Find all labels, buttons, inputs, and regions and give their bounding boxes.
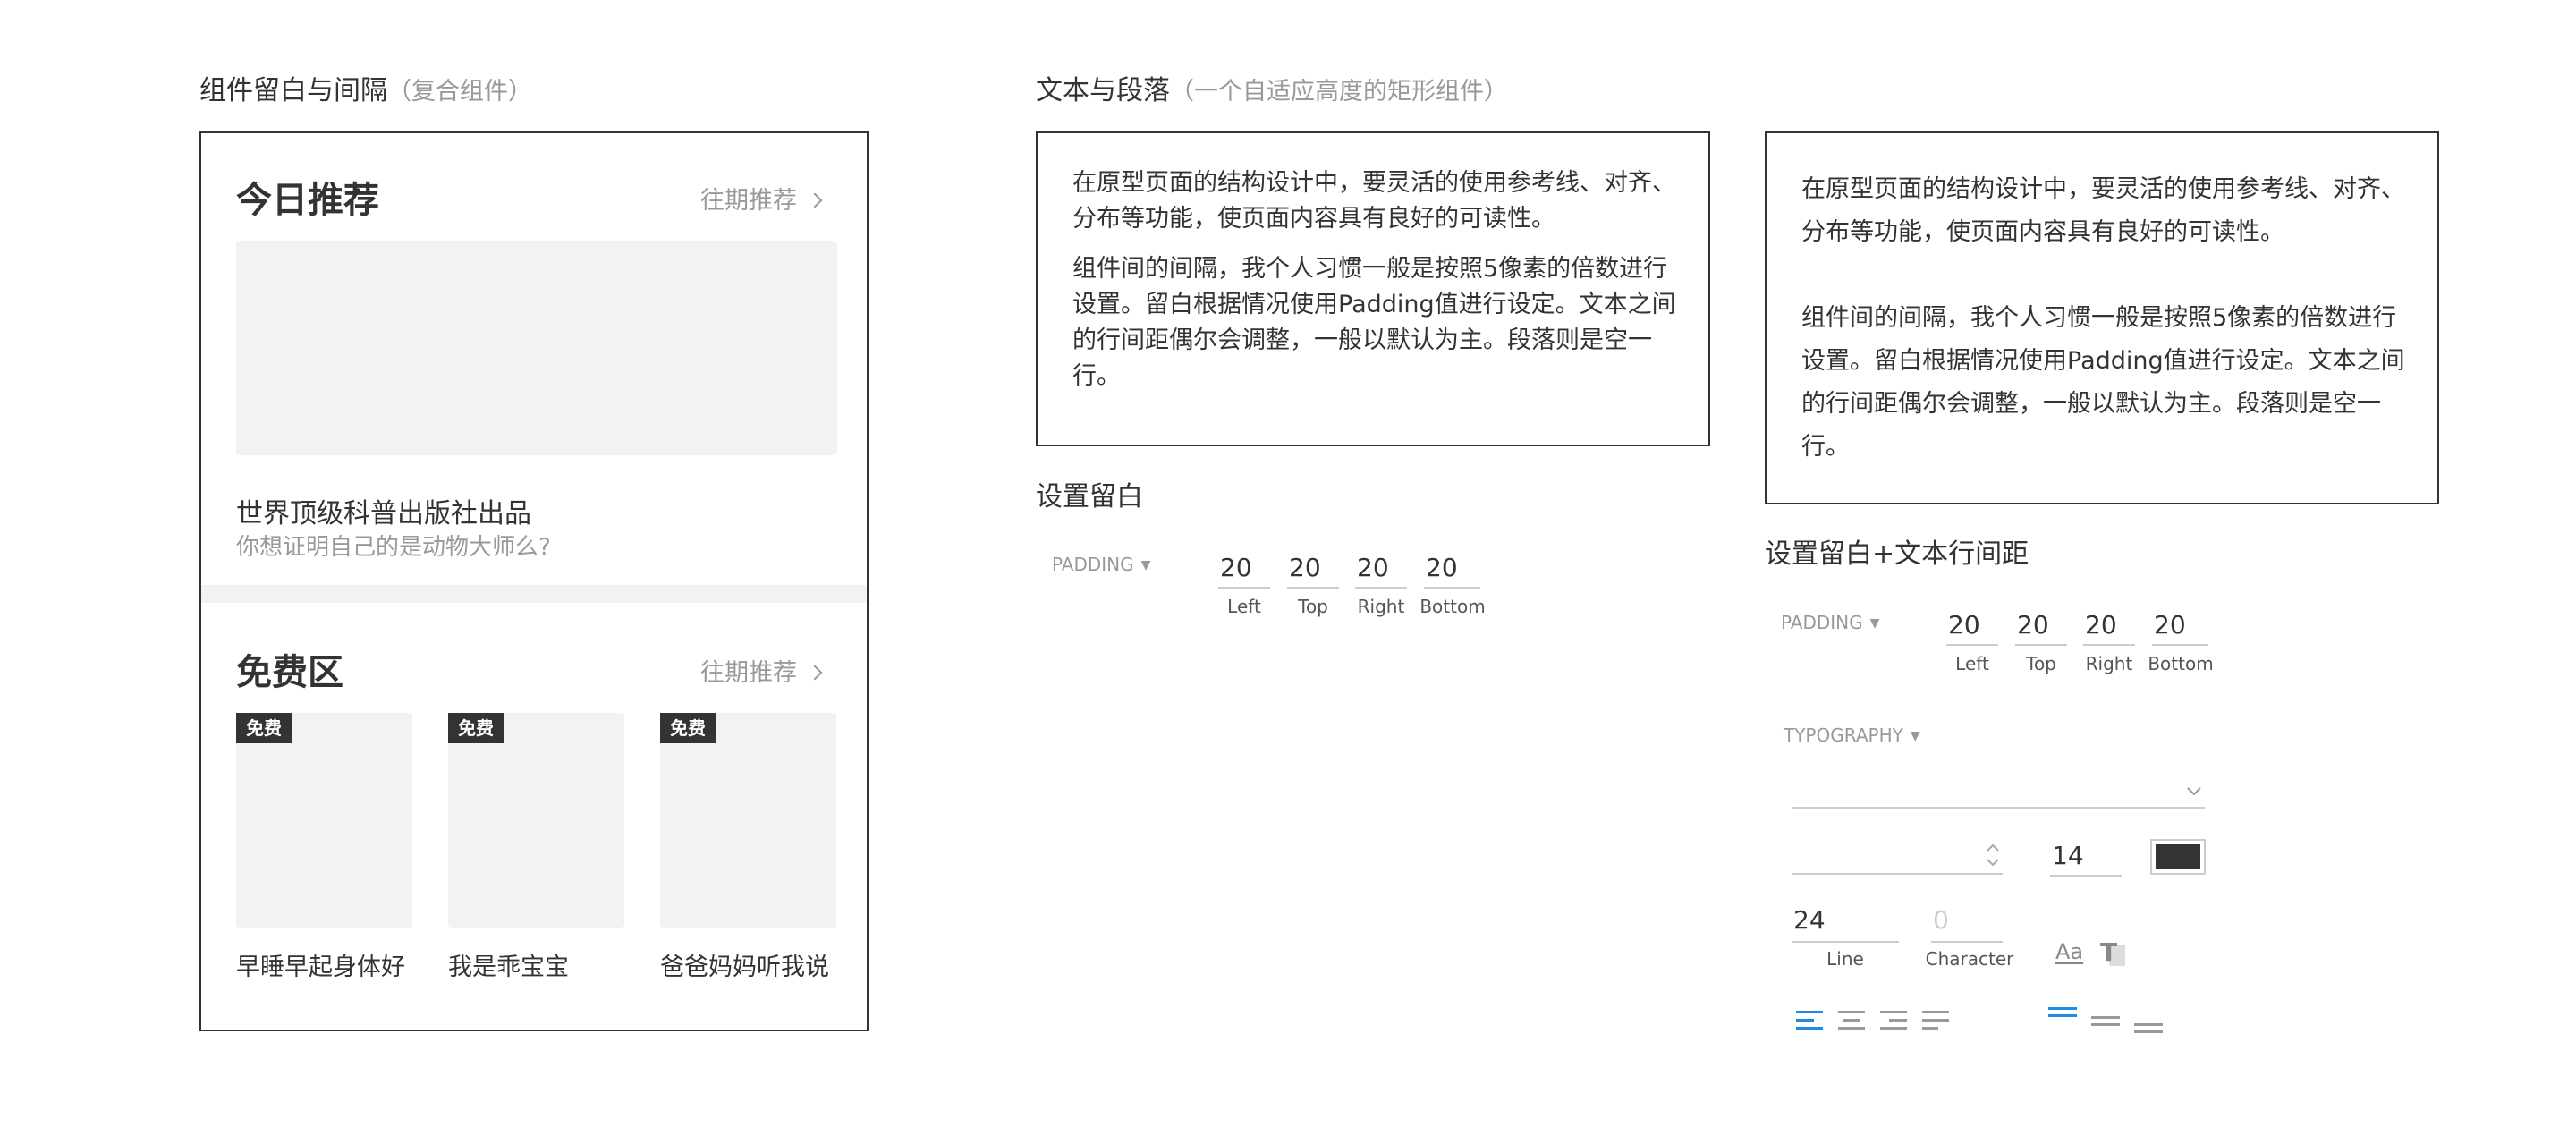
- padding-top-label: Top: [2026, 653, 2056, 674]
- text-shadow-glyph: T: [2100, 937, 2118, 967]
- padding-label[interactable]: PADDING ▼: [1052, 554, 1150, 575]
- padding-typography-panel-title: 设置留白+文本行间距: [1765, 538, 2029, 570]
- today-more-label: 往期推荐: [700, 187, 797, 215]
- text-case-icon[interactable]: Aa: [2055, 939, 2083, 964]
- line-height-label: Line: [1826, 948, 1864, 970]
- stepper-arrows-icon: [1987, 844, 1999, 867]
- font-weight-select[interactable]: [1792, 837, 2003, 875]
- character-spacing-label: Character: [1925, 948, 2014, 970]
- align-justify-icon[interactable]: [1922, 1011, 1951, 1030]
- free-item-image[interactable]: [236, 713, 412, 928]
- chevron-down-icon: [2187, 787, 2201, 796]
- free-item-caption: 早睡早起身体好: [236, 954, 405, 981]
- caret-down-icon: ▼: [1910, 729, 1920, 743]
- text-box-compact: 在原型页面的结构设计中，要灵活的使用参考线、对齐、分布等功能，使页面内容具有良好…: [1036, 131, 1710, 446]
- section-divider: [201, 585, 867, 603]
- text-box-compact-paragraph: 在原型页面的结构设计中，要灵活的使用参考线、对齐、分布等功能，使页面内容具有良好…: [1072, 169, 1676, 233]
- font-family-select[interactable]: [1792, 773, 2205, 809]
- padding-right-input[interactable]: 20: [2083, 610, 2135, 646]
- free-item-image[interactable]: [448, 713, 624, 928]
- free-more-link[interactable]: 往期推荐: [700, 653, 823, 688]
- align-left-icon[interactable]: [1796, 1011, 1825, 1030]
- free-more-label: 往期推荐: [700, 659, 797, 687]
- padding-top-label: Top: [1298, 596, 1328, 617]
- chevron-right-icon: [807, 192, 823, 208]
- padding-bottom-label: Bottom: [2148, 653, 2214, 674]
- padding-right-label: Right: [1357, 596, 1405, 617]
- text-color-swatch[interactable]: [2150, 839, 2206, 875]
- padding-left-input[interactable]: 20: [1946, 610, 1998, 646]
- caret-down-icon: ▼: [1869, 616, 1880, 631]
- padding-panel-title: 设置留白: [1036, 481, 1143, 513]
- font-size-input[interactable]: 14: [2050, 837, 2122, 877]
- free-item-caption: 爸爸妈妈听我说: [660, 954, 829, 981]
- line-height-input[interactable]: 24: [1792, 903, 1899, 943]
- text-box-spaced-paragraph: 组件间的间隔，我个人习惯一般是按照5像素的倍数进行设置。留白根据情况使用Padd…: [1801, 304, 2405, 461]
- today-more-link[interactable]: 往期推荐: [700, 181, 823, 216]
- character-spacing-input[interactable]: 0: [1931, 903, 2003, 943]
- text-box-compact-paragraph: 组件间的间隔，我个人习惯一般是按照5像素的倍数进行设置。留白根据情况使用Padd…: [1072, 255, 1676, 390]
- padding-label-text: PADDING: [1781, 612, 1863, 633]
- caret-down-icon: ▼: [1140, 558, 1151, 572]
- text-shadow-icon[interactable]: T: [2100, 937, 2132, 970]
- padding-top-input[interactable]: 20: [2015, 610, 2067, 646]
- padding-label[interactable]: PADDING ▼: [1781, 612, 1879, 633]
- left-section-title: 组件留白与间隔（复合组件）: [199, 68, 532, 107]
- free-tag-badge: 免费: [448, 713, 504, 743]
- align-center-icon[interactable]: [1838, 1011, 1867, 1030]
- padding-label-text: PADDING: [1052, 554, 1134, 575]
- padding-left-input[interactable]: 20: [1218, 553, 1270, 589]
- valign-top-icon[interactable]: [2048, 1007, 2079, 1038]
- banner-image-placeholder[interactable]: [236, 241, 837, 455]
- text-color-fill: [2156, 844, 2200, 869]
- text-box-spaced-paragraph: 在原型页面的结构设计中，要灵活的使用参考线、对齐、分布等功能，使页面内容具有良好…: [1801, 175, 2405, 246]
- free-tag-badge: 免费: [236, 713, 292, 743]
- typography-label-text: TYPOGRAPHY: [1784, 725, 1903, 746]
- right-section-title-text: 文本与段落: [1036, 75, 1170, 106]
- padding-bottom-input[interactable]: 20: [2152, 610, 2208, 646]
- align-right-icon[interactable]: [1880, 1011, 1909, 1030]
- left-section-title-text: 组件留白与间隔: [199, 75, 387, 106]
- padding-left-label: Left: [1955, 653, 1989, 674]
- right-section-title: 文本与段落（一个自适应高度的矩形组件）: [1036, 68, 1508, 107]
- valign-bottom-icon[interactable]: [2134, 1007, 2165, 1038]
- right-section-subtitle: （一个自适应高度的矩形组件）: [1170, 78, 1508, 106]
- free-tag-badge: 免费: [660, 713, 716, 743]
- padding-left-label: Left: [1227, 596, 1261, 617]
- padding-bottom-input[interactable]: 20: [1424, 553, 1480, 589]
- padding-bottom-label: Bottom: [1419, 596, 1486, 617]
- today-item-title: 世界顶级科普出版社出品: [236, 498, 531, 530]
- free-heading: 免费区: [236, 652, 343, 693]
- composite-card: 今日推荐 往期推荐 世界顶级科普出版社出品 你想证明自己的是动物大师么? 免费区…: [199, 131, 869, 1031]
- left-section-subtitle: （复合组件）: [387, 78, 532, 106]
- today-heading: 今日推荐: [236, 180, 379, 221]
- typography-label[interactable]: TYPOGRAPHY ▼: [1784, 725, 1920, 746]
- free-item-image[interactable]: [660, 713, 836, 928]
- chevron-right-icon: [807, 665, 823, 681]
- valign-middle-icon[interactable]: [2091, 1007, 2122, 1038]
- padding-right-label: Right: [2085, 653, 2133, 674]
- padding-right-input[interactable]: 20: [1355, 553, 1407, 589]
- today-item-subtitle: 你想证明自己的是动物大师么?: [236, 534, 551, 561]
- padding-top-input[interactable]: 20: [1287, 553, 1339, 589]
- text-box-spaced: 在原型页面的结构设计中，要灵活的使用参考线、对齐、分布等功能，使页面内容具有良好…: [1765, 131, 2439, 504]
- free-item-caption: 我是乖宝宝: [448, 954, 569, 981]
